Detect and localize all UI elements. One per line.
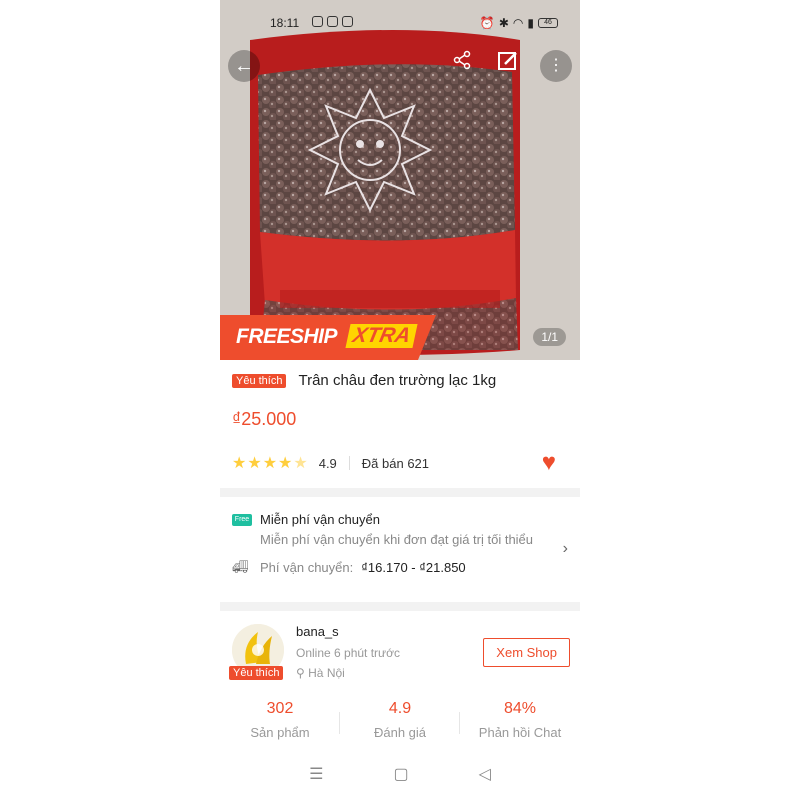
stat-products: 302 Sản phẩm xyxy=(220,700,340,740)
stat-chat-response: 84% Phản hồi Chat xyxy=(460,700,580,740)
rating-value: 4.9 xyxy=(318,455,337,471)
edit-button[interactable] xyxy=(497,50,529,82)
heart-icon[interactable]: ♥ xyxy=(542,451,556,475)
alarm-icon: ⏰ xyxy=(479,16,495,30)
shop-name[interactable]: bana_s xyxy=(296,624,339,639)
divider xyxy=(220,488,580,497)
notification-icons xyxy=(312,16,353,27)
stat-label: Đánh giá xyxy=(373,725,427,740)
truck-icon: 🚚︎ xyxy=(232,559,249,574)
stat-label: Phản hồi Chat xyxy=(478,725,562,740)
stat-value: 84% xyxy=(503,700,537,717)
back-triangle-icon[interactable]: ◁ xyxy=(479,764,491,794)
menu-icon[interactable]: ☰ xyxy=(309,764,323,794)
favorite-badge: Yêu thích xyxy=(232,373,287,388)
product-price: ₫25.000 xyxy=(232,409,297,429)
freeship-xtra: XTRA xyxy=(345,324,418,348)
freeship-banner: FREESHIP XTRA xyxy=(220,315,436,360)
system-nav-bar: ☰ ▢ ◁ xyxy=(220,764,580,794)
chevron-right-icon: › xyxy=(562,540,568,557)
product-title-row: Yêu thích Trân châu đen trường lạc 1kg xyxy=(232,372,496,389)
shop-location-text: Hà Nội xyxy=(308,666,345,680)
back-button[interactable]: ← xyxy=(228,50,260,82)
home-icon[interactable]: ▢ xyxy=(393,764,408,794)
rating-row: ★★★★★ 4.9 Đã bán 621 ♥ xyxy=(232,451,568,475)
product-title: Trân châu đen trường lạc 1kg xyxy=(298,372,497,389)
shipping-fee-label: Phí vận chuyển: xyxy=(260,559,354,575)
divider xyxy=(220,602,580,611)
system-icons: ⏰ ✱ ◠ ▮ 46 xyxy=(480,16,558,30)
stat-value: 4.9 xyxy=(388,700,412,717)
app-icon xyxy=(327,16,338,27)
battery-icon: 46 xyxy=(538,18,558,28)
more-button[interactable]: ⋮ xyxy=(540,50,572,82)
edit-icon xyxy=(498,52,517,70)
product-photo xyxy=(220,0,580,360)
product-image[interactable]: 18:11 ⏰ ✱ ◠ ▮ 46 ← ⋮ FREESHIP XTRA 1/1 xyxy=(220,0,580,360)
app-icon xyxy=(312,16,323,27)
status-time: 18:11 xyxy=(270,16,300,30)
sold-count: Đã bán 621 xyxy=(361,455,430,471)
bluetooth-icon: ✱ xyxy=(498,16,509,30)
stat-value: 302 xyxy=(266,700,294,717)
location-pin-icon: ⚲ xyxy=(296,666,305,680)
share-icon xyxy=(453,50,471,70)
shipping-section[interactable]: Free Miễn phí vận chuyển Miễn phí vận ch… xyxy=(232,512,568,575)
star-rating-icon: ★★★★★ xyxy=(232,455,309,472)
share-button[interactable] xyxy=(452,50,484,82)
image-counter: 1/1 xyxy=(533,328,566,346)
free-shipping-desc: Miễn phí vận chuyển khi đơn đạt giá trị … xyxy=(260,532,534,547)
free-shipping-icon: Free xyxy=(232,513,252,526)
shipping-fee-value: ₫16.170 - ₫21.850 xyxy=(361,559,466,575)
shop-location: ⚲ Hà Nội xyxy=(296,666,345,680)
stat-label: Sản phẩm xyxy=(250,725,310,740)
arrow-left-icon: ← xyxy=(234,54,254,77)
more-vertical-icon: ⋮ xyxy=(548,57,564,74)
signal-icon: ▮ xyxy=(527,16,534,30)
phone-screen: 18:11 ⏰ ✱ ◠ ▮ 46 ← ⋮ FREESHIP XTRA 1/1 Y… xyxy=(220,0,580,800)
wifi-icon: ◠ xyxy=(512,16,524,30)
shop-stats: 302 Sản phẩm 4.9 Đánh giá 84% Phản hồi C… xyxy=(220,700,580,740)
shop-section: Yêu thích bana_s Online 6 phút trước ⚲ H… xyxy=(220,620,580,770)
view-shop-button[interactable]: Xem Shop xyxy=(483,638,570,667)
shop-online-status: Online 6 phút trước xyxy=(296,646,400,660)
shop-favorite-badge: Yêu thích xyxy=(229,666,284,680)
stat-rating: 4.9 Đánh giá xyxy=(340,700,460,740)
free-shipping-title: Miễn phí vận chuyển xyxy=(260,512,380,527)
freeship-text: FREESHIP xyxy=(236,325,338,348)
app-icon xyxy=(342,16,353,27)
status-bar: 18:11 ⏰ ✱ ◠ ▮ 46 xyxy=(220,0,580,44)
